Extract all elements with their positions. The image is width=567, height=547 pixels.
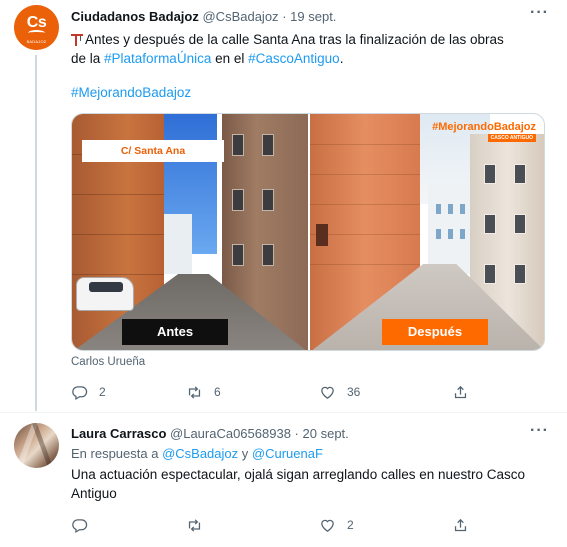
- reply-prefix: En respuesta a: [71, 446, 163, 461]
- tweet-date[interactable]: 20 sept.: [303, 426, 349, 441]
- thread-line: [35, 55, 37, 411]
- hashtag-casco-antiguo[interactable]: #CascoAntiguo: [248, 51, 340, 66]
- share-icon: [454, 385, 467, 398]
- reply-join: y: [238, 446, 252, 461]
- reply-button[interactable]: [71, 515, 99, 535]
- separator-dot: ·: [294, 426, 299, 441]
- hashtag-mejorando-badajoz[interactable]: #MejorandoBadajoz: [71, 85, 191, 100]
- reply-context: En respuesta a @CsBadajoz y @CuruenaF: [71, 446, 323, 461]
- like-button[interactable]: 2: [319, 515, 354, 535]
- tweet-text-suffix: .: [339, 51, 344, 66]
- tweet-laura[interactable]: Laura Carrasco @LauraCa06568938 · 20 sep…: [0, 412, 567, 547]
- reply-icon: [72, 518, 88, 533]
- photo-after[interactable]: #MejorandoBadajoz CASCO ANTIGUO Después: [310, 114, 544, 350]
- media-casco-label: CASCO ANTIGUO: [487, 134, 536, 142]
- street-label: C/ Santa Ana: [82, 140, 224, 162]
- like-icon: [321, 519, 334, 532]
- more-icon[interactable]: ···: [530, 4, 549, 22]
- avatar-logo-subtext: BADAJOZ: [26, 39, 47, 44]
- crane-emoji-icon: [71, 33, 83, 46]
- hashtag-plataforma-unica[interactable]: #PlataformaÚnica: [104, 51, 211, 66]
- share-button[interactable]: [452, 382, 469, 402]
- tweet-date[interactable]: 19 sept.: [290, 9, 336, 24]
- like-icon: [321, 386, 334, 399]
- reply-icon: [72, 385, 88, 400]
- tweet-ciudadanos[interactable]: Cs BADAJOZ Ciudadanos Badajoz @CsBadajoz…: [0, 0, 567, 411]
- avatar-swoosh: [28, 30, 45, 36]
- author-name[interactable]: Ciudadanos Badajoz: [71, 9, 199, 24]
- retweet-count: 6: [214, 385, 221, 399]
- tweet-text-line2: Antiguo: [71, 486, 117, 501]
- retweet-button[interactable]: [186, 515, 214, 535]
- avatar[interactable]: [14, 423, 59, 468]
- tweet-text: Una actuación espectacular, ojalá sigan …: [71, 465, 531, 503]
- mention-csbadajoz[interactable]: @CsBadajoz: [162, 446, 238, 461]
- author-handle[interactable]: @CsBadajoz: [202, 9, 278, 24]
- tweet-hashtag-line: #MejorandoBadajoz: [71, 83, 551, 102]
- mention-curuenaf[interactable]: @CuruenaF: [252, 446, 323, 461]
- reply-count: 2: [99, 385, 106, 399]
- before-label: Antes: [122, 319, 228, 345]
- tweet-media[interactable]: C/ Santa Ana Antes #MejorandoBadajoz CAS…: [71, 113, 545, 351]
- photo-before[interactable]: C/ Santa Ana Antes: [72, 114, 308, 350]
- media-hashtag-label: #MejorandoBadajoz: [432, 121, 536, 133]
- tweet-text-mid: en el: [211, 51, 249, 66]
- author-name[interactable]: Laura Carrasco: [71, 426, 166, 441]
- like-count: 36: [347, 385, 361, 399]
- tweet-text: Antes y después de la calle Santa Ana tr…: [71, 30, 551, 68]
- share-icon: [454, 518, 467, 531]
- tweet-text-line1: Antes y después de la calle Santa Ana tr…: [85, 32, 504, 47]
- tweet-text-prefix: de la: [71, 51, 105, 66]
- share-button[interactable]: [452, 515, 469, 535]
- tweet-header: Laura Carrasco @LauraCa06568938 · 20 sep…: [71, 426, 349, 441]
- reply-button[interactable]: 2: [71, 382, 106, 402]
- tweet-actions: 2 6 36: [71, 382, 551, 402]
- retweet-icon: [188, 518, 201, 532]
- retweet-button[interactable]: 6: [186, 382, 221, 402]
- like-count: 2: [347, 518, 354, 532]
- tweet-header: Ciudadanos Badajoz @CsBadajoz · 19 sept.: [71, 9, 336, 24]
- like-button[interactable]: 36: [319, 382, 360, 402]
- author-handle[interactable]: @LauraCa06568938: [170, 426, 291, 441]
- separator-dot: ·: [282, 9, 287, 24]
- avatar[interactable]: Cs BADAJOZ: [14, 5, 59, 50]
- tweet-text-line1: Una actuación espectacular, ojalá sigan …: [71, 467, 526, 482]
- tweet-actions: 2: [71, 515, 551, 535]
- car: [76, 277, 134, 311]
- more-icon[interactable]: ···: [530, 422, 549, 440]
- after-label: Después: [382, 319, 488, 345]
- photo-credit[interactable]: Carlos Urueña: [71, 356, 145, 368]
- retweet-icon: [188, 385, 201, 399]
